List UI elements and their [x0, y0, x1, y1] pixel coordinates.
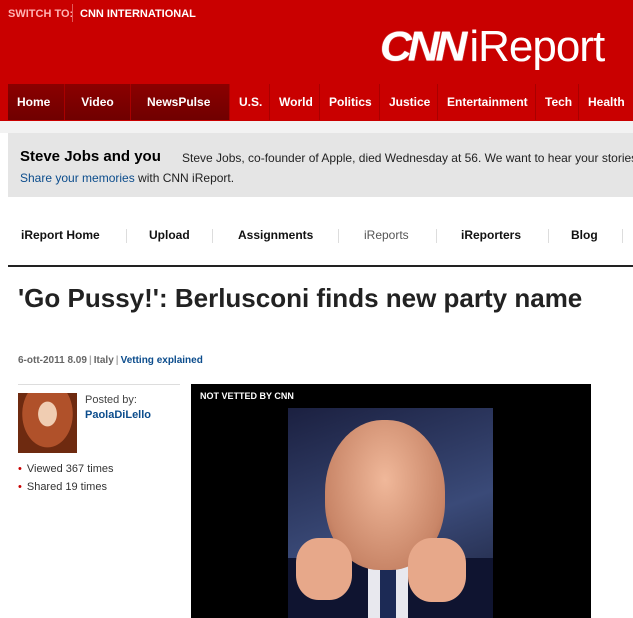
site-header: SWITCH TO: CNN INTERNATIONAL CNN iReport …: [0, 0, 633, 121]
article-title: 'Go Pussy!': Berlusconi finds new party …: [18, 283, 583, 313]
cnn-international-link[interactable]: CNN INTERNATIONAL: [80, 8, 196, 20]
header-gap: [0, 121, 633, 133]
nav-justice[interactable]: Justice: [380, 84, 438, 120]
subnav-separator: [436, 229, 437, 243]
photo-fist-left: [296, 538, 352, 600]
subnav-upload[interactable]: Upload: [149, 228, 190, 242]
cnn-ireport-logo[interactable]: CNN iReport: [380, 22, 605, 72]
nav-world[interactable]: World: [270, 84, 320, 120]
berlusconi-photo: [288, 408, 493, 618]
nav-video[interactable]: Video: [65, 84, 131, 120]
subnav-separator: [126, 229, 127, 243]
subnav-separator: [622, 229, 623, 243]
posted-by-label: Posted by:: [85, 394, 137, 406]
promo-banner: Steve Jobs and you Steve Jobs, co-founde…: [8, 133, 633, 197]
nav-tech[interactable]: Tech: [536, 84, 579, 120]
promo-suffix: with CNN iReport.: [134, 171, 235, 185]
nav-home[interactable]: Home: [8, 84, 65, 120]
meta-separator: |: [115, 355, 119, 366]
nav-us[interactable]: U.S.: [230, 84, 270, 120]
logo-cnn: CNN: [380, 23, 467, 70]
promo-description: Steve Jobs, co-founder of Apple, died We…: [182, 151, 633, 165]
switch-label: SWITCH TO:: [8, 8, 74, 20]
views-text: Viewed 367 times: [26, 463, 114, 475]
subnav-separator: [548, 229, 549, 243]
nav-newspulse[interactable]: NewsPulse: [131, 84, 230, 120]
poster-link[interactable]: PaolaDiLello: [85, 409, 151, 421]
meta-separator: |: [88, 355, 92, 366]
nav-health[interactable]: Health: [579, 84, 633, 120]
promo-line2: Share your memories with CNN iReport.: [20, 171, 234, 185]
article-date: 6-ott-2011 8.09: [18, 355, 87, 366]
vetting-explained-link[interactable]: Vetting explained: [121, 355, 203, 366]
article-location[interactable]: Italy: [94, 355, 114, 366]
divider: [72, 4, 73, 22]
photo-fist-right: [408, 538, 466, 602]
subnav-blog[interactable]: Blog: [571, 228, 598, 242]
nav-entertainment[interactable]: Entertainment: [438, 84, 536, 120]
article-photo[interactable]: NOT VETTED BY CNN: [191, 384, 591, 618]
subnav-separator: [212, 229, 213, 243]
subnav-separator: [338, 229, 339, 243]
avatar[interactable]: [18, 393, 77, 453]
not-vetted-badge: NOT VETTED BY CNN: [200, 391, 294, 401]
share-memories-link[interactable]: Share your memories: [20, 171, 135, 185]
subnav-ireporters[interactable]: iReporters: [461, 228, 521, 242]
shares-count: • Shared 19 times: [18, 481, 107, 493]
sidebar-divider: [18, 384, 180, 385]
bullet-icon: •: [18, 481, 22, 493]
subnav-assignments[interactable]: Assignments: [238, 228, 313, 242]
promo-title: Steve Jobs and you: [20, 148, 161, 165]
shares-text: Shared 19 times: [26, 481, 107, 493]
subnav-ireports[interactable]: iReports: [364, 228, 409, 242]
bullet-icon: •: [18, 463, 22, 475]
main-nav: Home Video NewsPulse U.S. World Politics…: [8, 84, 633, 120]
content-divider: [8, 265, 633, 267]
article-meta: 6-ott-2011 8.09 | Italy | Vetting explained: [18, 355, 203, 366]
logo-ireport: iReport: [469, 22, 605, 71]
nav-politics[interactable]: Politics: [320, 84, 380, 120]
views-count: • Viewed 367 times: [18, 463, 113, 475]
subnav-ireport-home[interactable]: iReport Home: [21, 228, 100, 242]
ireport-subnav: iReport Home Upload Assignments iReports…: [8, 219, 633, 251]
